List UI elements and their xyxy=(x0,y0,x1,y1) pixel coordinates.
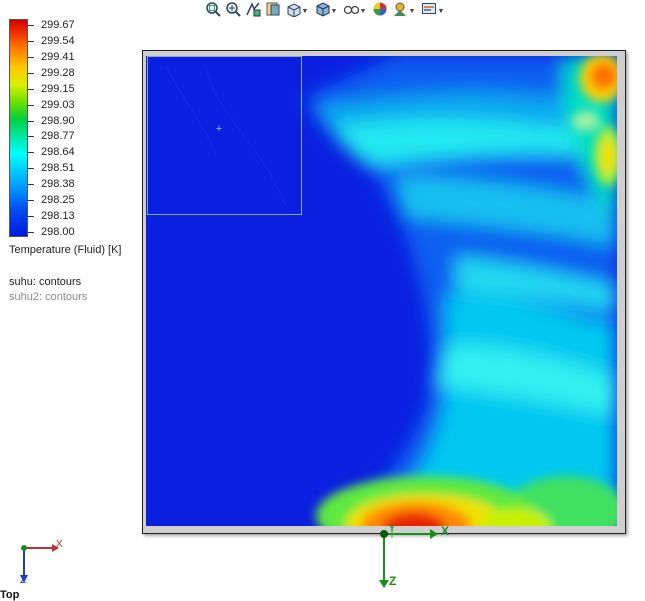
chevron-down-icon[interactable]: ▼ xyxy=(438,3,445,20)
legend-tick xyxy=(28,120,34,122)
legend-tick xyxy=(28,104,34,106)
orientation-z-label: Z xyxy=(20,575,27,586)
legend-tick xyxy=(28,72,34,74)
zoom-to-fit-button[interactable] xyxy=(204,1,221,22)
zoom-selection-rectangle[interactable] xyxy=(147,56,302,215)
edit-appearance-icon xyxy=(372,1,388,22)
view-orientation-label: Top xyxy=(0,589,20,601)
chevron-down-icon[interactable]: ▼ xyxy=(360,3,367,20)
legend-value-label: 299.67 xyxy=(41,19,75,31)
view-settings-button[interactable] xyxy=(420,1,437,22)
legend-tick xyxy=(28,184,34,186)
legend-tick xyxy=(28,88,34,90)
legend-tick xyxy=(28,216,34,218)
edit-appearance-button[interactable] xyxy=(371,1,388,22)
legend-colorbar xyxy=(9,19,28,237)
view-toolbar: ▼ ▼ ▼ ▼ ▼ xyxy=(204,1,446,21)
reference-triad[interactable]: X Z Y xyxy=(370,522,460,594)
legend-value-label: 299.28 xyxy=(41,66,75,79)
legend-tick xyxy=(28,56,34,58)
legend-value-label: 298.64 xyxy=(41,146,75,159)
legend-value-label: 299.41 xyxy=(41,50,75,63)
hide-show-items-button[interactable] xyxy=(342,3,359,20)
section-view-icon xyxy=(265,1,281,22)
triad-y-label: Y xyxy=(389,523,396,533)
legend-value-label: 298.00 xyxy=(41,226,75,238)
previous-view-button[interactable] xyxy=(244,1,261,22)
legend-title: Temperature (Fluid) [K] xyxy=(9,244,122,256)
legend-value-label: 299.54 xyxy=(41,34,75,47)
legend-value-label: 298.25 xyxy=(41,194,75,207)
legend-value-label: 299.03 xyxy=(41,98,75,111)
zoom-to-fit-icon xyxy=(205,1,221,22)
zoom-to-area-icon xyxy=(225,1,241,22)
view-orientation-button[interactable] xyxy=(284,1,301,22)
display-style-button[interactable] xyxy=(313,1,330,22)
previous-view-icon xyxy=(245,1,261,22)
chevron-down-icon[interactable]: ▼ xyxy=(409,3,416,20)
zoom-to-area-button[interactable] xyxy=(224,1,241,22)
inactive-plot-label[interactable]: suhu2: contours xyxy=(9,291,87,303)
orientation-x-label: X xyxy=(56,539,63,550)
legend-tick xyxy=(28,40,34,42)
legend-value-label: 299.15 xyxy=(41,82,75,95)
chevron-down-icon[interactable]: ▼ xyxy=(302,3,309,20)
apply-scene-button[interactable] xyxy=(391,1,408,22)
legend-tick xyxy=(28,168,34,170)
legend-value-label: 298.38 xyxy=(41,178,75,191)
active-plot-label[interactable]: suhu: contours xyxy=(9,276,81,288)
cursor-crosshair-icon: + xyxy=(215,123,223,135)
legend-tick xyxy=(28,200,34,202)
legend-tick xyxy=(28,25,34,26)
triad-z-label: Z xyxy=(389,574,397,588)
orientation-triad[interactable]: X Z xyxy=(14,538,66,588)
display-style-icon xyxy=(314,1,330,22)
legend-tick xyxy=(28,232,34,233)
apply-scene-icon xyxy=(392,1,408,22)
triad-x-label: X xyxy=(441,524,450,538)
legend-value-label: 298.13 xyxy=(41,210,75,223)
legend-value-label: 298.51 xyxy=(41,162,75,175)
view-settings-icon xyxy=(421,1,437,22)
chevron-down-icon[interactable]: ▼ xyxy=(331,3,338,20)
legend-tick xyxy=(28,152,34,154)
view-orientation-icon xyxy=(285,1,301,22)
legend-tick xyxy=(28,136,34,138)
legend-value-label: 298.90 xyxy=(41,114,75,127)
hide-show-items-icon xyxy=(343,1,359,22)
legend-value-label: 298.77 xyxy=(41,130,75,143)
section-view-button[interactable] xyxy=(264,1,281,22)
